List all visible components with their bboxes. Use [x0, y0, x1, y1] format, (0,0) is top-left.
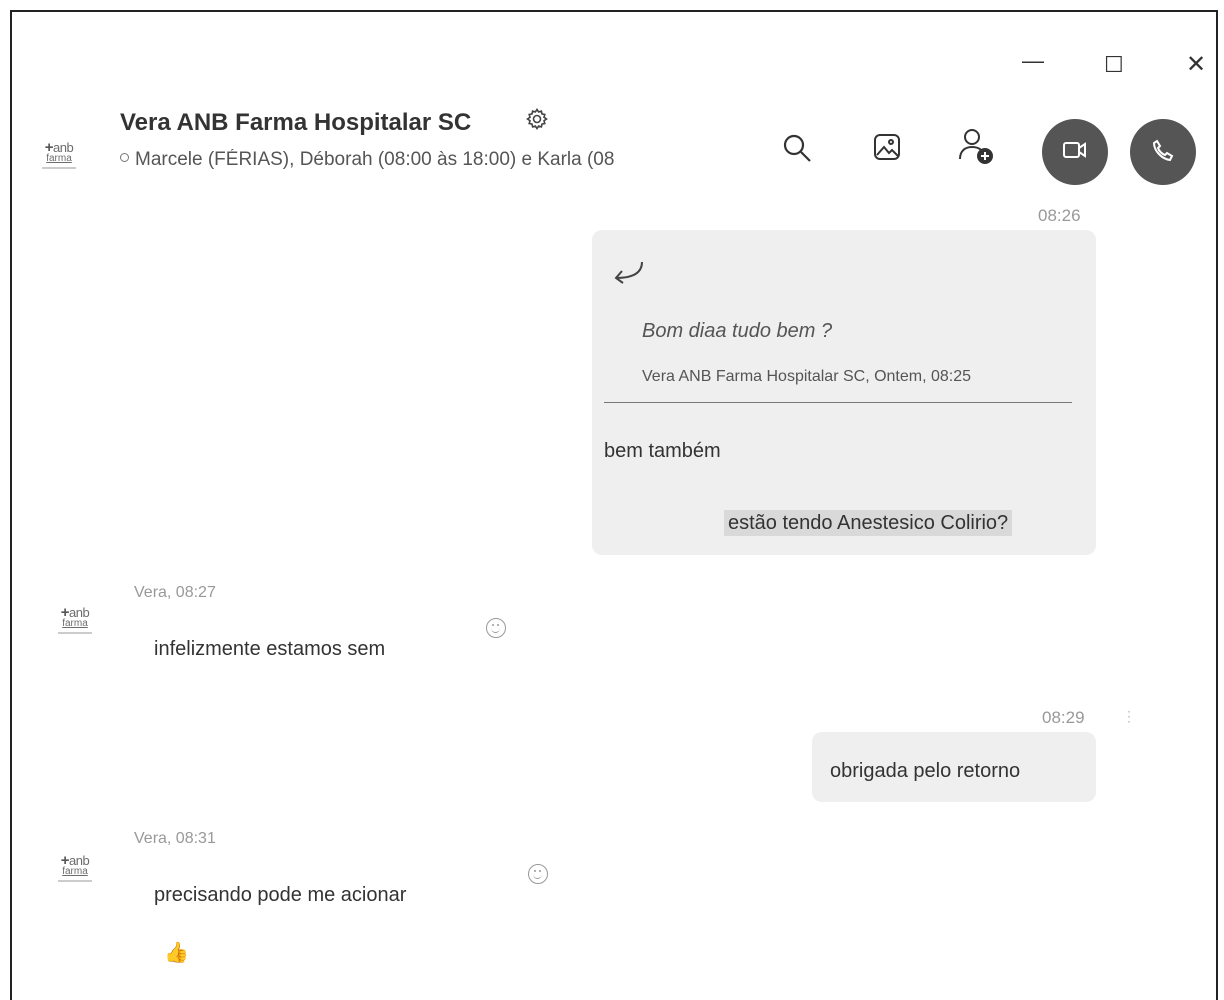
message-text: estão tendo Anestesico Colirio?	[724, 510, 1013, 536]
minimize-button[interactable]: —	[1022, 48, 1044, 74]
smiley-icon[interactable]	[486, 618, 506, 638]
maximize-button[interactable]: ☐	[1104, 52, 1124, 78]
chat-window: — ☐ ✕ +anb farma Vera ANB Farma Hospital…	[10, 10, 1218, 1000]
close-button[interactable]: ✕	[1186, 50, 1206, 79]
chat-participants: Marcele (FÉRIAS), Déborah (08:00 às 18:0…	[120, 149, 756, 171]
smiley-icon[interactable]	[528, 864, 548, 884]
sender-time: Vera, 08:31	[134, 830, 216, 847]
more-options-icon[interactable]: ⋮	[1122, 708, 1136, 725]
quoted-message-text: Bom diaa tudo bem ?	[642, 320, 833, 342]
highlighted-text: estão tendo Anestesico Colirio?	[724, 510, 1013, 536]
reply-text: bem também	[604, 440, 721, 462]
status-icon	[120, 153, 129, 163]
voice-call-button[interactable]	[1130, 119, 1196, 185]
logo-line2: farma	[62, 617, 88, 629]
message-text: infelizmente estamos sem	[154, 638, 386, 660]
message-text: obrigada pelo retorno	[830, 760, 1021, 782]
chat-title: Vera ANB Farma Hospitalar SC	[120, 109, 472, 136]
video-call-button[interactable]	[1042, 119, 1108, 185]
message-time: 08:29	[1042, 708, 1085, 727]
participants-text: Marcele (FÉRIAS), Déborah (08:00 às 18:0…	[135, 149, 615, 170]
avatar[interactable]: +anb farma	[46, 600, 104, 640]
logo-line2: farma	[46, 152, 72, 164]
search-icon[interactable]	[782, 133, 812, 168]
message-text: precisando pode me acionar	[154, 884, 407, 906]
thumbs-up-icon[interactable]: 👍	[164, 940, 189, 965]
sender-time: Vera, 08:27	[134, 584, 216, 601]
message-bubble-mine[interactable]	[592, 230, 1096, 555]
message-time: 08:26	[1038, 206, 1081, 225]
gear-icon[interactable]	[525, 107, 549, 138]
chat-header: +anb farma Vera ANB Farma Hospitalar SC …	[12, 107, 1216, 197]
reply-arrow-icon	[612, 258, 646, 289]
logo-line2: farma	[62, 865, 88, 877]
image-icon[interactable]	[872, 132, 902, 167]
avatar[interactable]: +anb farma	[30, 135, 88, 175]
avatar[interactable]: +anb farma	[46, 848, 104, 888]
quote-divider	[604, 402, 1072, 403]
add-person-icon[interactable]	[956, 127, 996, 172]
quoted-message-meta: Vera ANB Farma Hospitalar SC, Ontem, 08:…	[642, 368, 972, 385]
video-camera-icon	[1062, 139, 1088, 166]
phone-icon	[1151, 138, 1175, 167]
